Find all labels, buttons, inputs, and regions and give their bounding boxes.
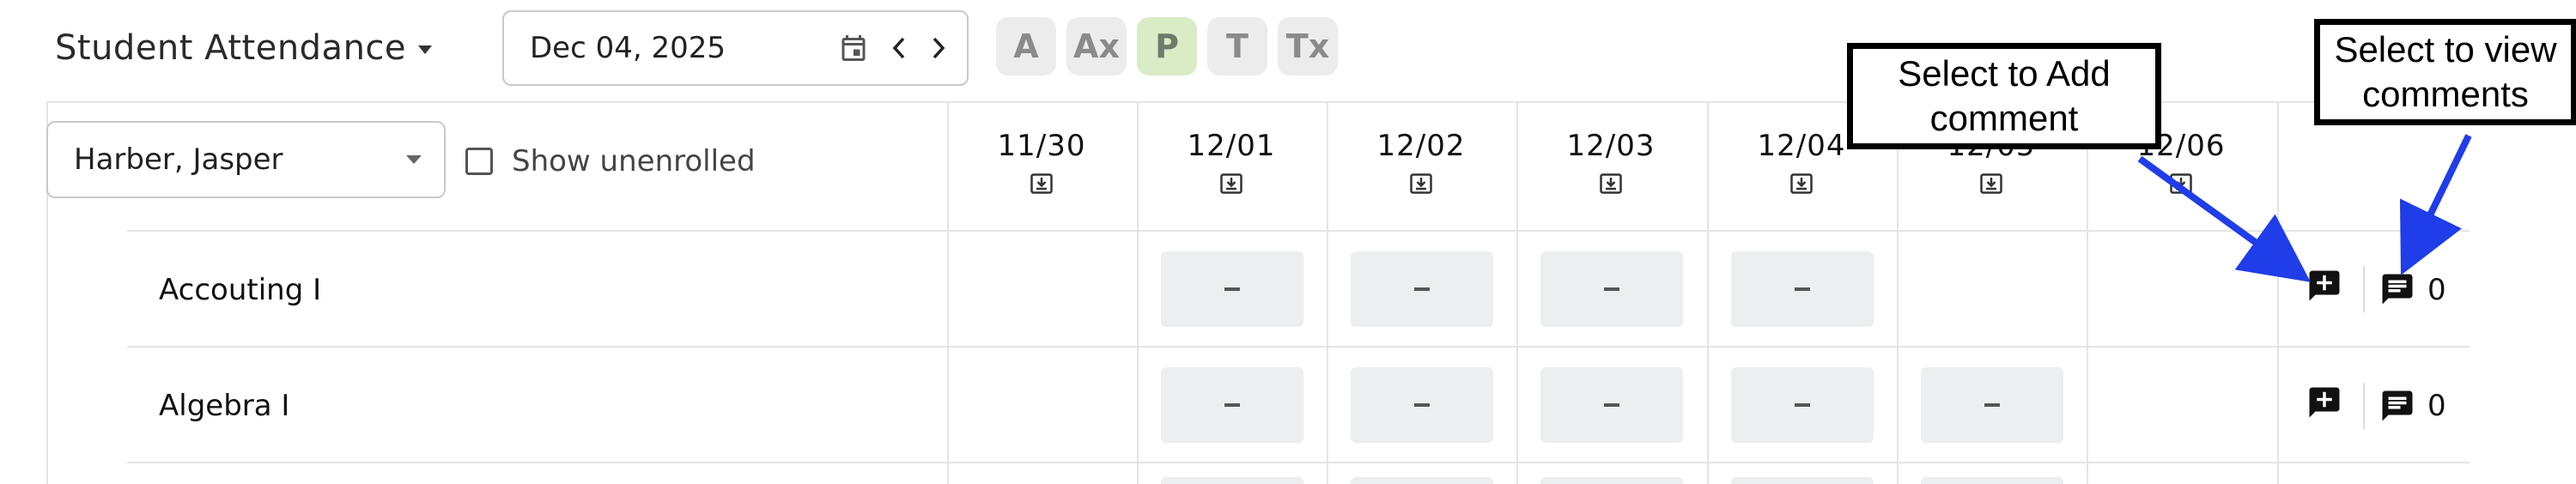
arrow-to-add-comment <box>2137 155 2311 282</box>
callout-arrows <box>2137 134 2472 282</box>
arrow-to-view-comments <box>2399 134 2472 275</box>
